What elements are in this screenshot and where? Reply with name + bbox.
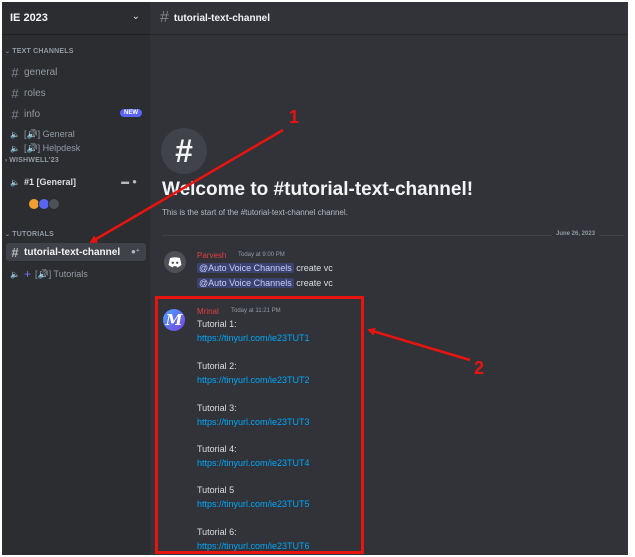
hash-icon: # — [11, 244, 19, 260]
hash-icon: # — [160, 9, 169, 26]
category-wishwell[interactable]: › WISHWELL'23 — [5, 157, 59, 164]
speaker-icon: 🔈 — [10, 177, 20, 187]
message-text: create vc — [296, 278, 333, 288]
speaker-icon: 🔈 — [10, 269, 20, 279]
message-author[interactable]: Parvesh — [197, 251, 226, 260]
discord-logo-icon — [168, 256, 182, 267]
message-line: @Auto Voice Channels create vc — [197, 263, 333, 273]
annotation-number: 1 — [289, 107, 300, 127]
server-name: IE 2023 — [10, 12, 48, 24]
channel-label: [🔊] Helpdesk — [23, 142, 81, 153]
hash-icon: # — [11, 106, 19, 122]
channel-label: tutorial-text-channel — [24, 246, 121, 258]
message-line: @Auto Voice Channels create vc — [197, 278, 333, 288]
message-text: create vc — [296, 263, 333, 273]
chevron-right-icon: › — [5, 158, 8, 164]
hash-icon: # — [11, 85, 19, 101]
welcome-title: Welcome to #tutorial-text-channel! — [162, 179, 474, 200]
category-text-channels[interactable]: ⌄ TEXT CHANNELS — [5, 48, 74, 55]
category-label: TEXT CHANNELS — [12, 48, 74, 55]
server-header[interactable]: IE 2023 ⌄ — [2, 2, 150, 35]
message-timestamp: Today at 9:00 PM — [238, 252, 285, 258]
category-label: TUTORIALS — [12, 231, 54, 238]
hash-icon: # — [11, 64, 19, 80]
channel-header: # tutorial-text-channel — [150, 2, 628, 35]
voice-participants — [28, 198, 60, 210]
speaker-icon: 🔈 — [10, 129, 20, 139]
user-mention[interactable]: @Auto Voice Channels — [197, 278, 294, 288]
channel-label: roles — [24, 87, 46, 99]
chevron-down-icon: ⌄ — [5, 232, 11, 238]
channel-info[interactable]: # info NEW — [6, 105, 146, 123]
channel-label: #1 [General] — [23, 177, 76, 187]
add-member-icon[interactable]: ●⁺ — [131, 247, 140, 256]
user-mention[interactable]: @Auto Voice Channels — [197, 263, 294, 273]
plus-icon: + — [23, 267, 31, 281]
chevron-down-icon: ⌄ — [5, 49, 11, 55]
voice-channel-tutorials[interactable]: 🔈 + [🔊] Tutorials — [6, 265, 146, 283]
category-tutorials[interactable]: ⌄ TUTORIALS — [5, 231, 54, 238]
channel-label: general — [24, 66, 58, 78]
voice-channel-general[interactable]: 🔈 [🔊] General — [6, 127, 146, 141]
channel-tutorial-text[interactable]: # tutorial-text-channel ●⁺ — [6, 243, 146, 261]
channel-label: [🔊] General — [23, 128, 75, 139]
speaker-icon: 🔈 — [10, 143, 20, 153]
discord-logo-icon[interactable] — [48, 198, 60, 210]
date-label: June 26, 2023 — [552, 231, 600, 237]
avatar[interactable] — [164, 251, 186, 273]
channel-roles[interactable]: # roles — [6, 84, 146, 102]
annotation-number: 2 — [474, 358, 485, 378]
channel-label: info — [24, 108, 41, 120]
channel-sidebar: IE 2023 ⌄ ⌄ TEXT CHANNELS # general # rol… — [2, 2, 150, 555]
channel-title: tutorial-text-channel — [173, 12, 271, 24]
welcome-subtitle: This is the start of the #tutorial-text-… — [162, 208, 348, 217]
channel-wish-general[interactable]: 🔈 #1 [General] ▬● — [6, 173, 146, 191]
hash-icon: # — [161, 128, 207, 174]
channel-label: [🔊] Tutorials — [34, 268, 88, 279]
category-label: WISHWELL'23 — [9, 157, 59, 164]
channel-general[interactable]: # general — [6, 63, 146, 81]
highlight-box — [155, 296, 364, 554]
voice-channel-helpdesk[interactable]: 🔈 [🔊] Helpdesk — [6, 141, 146, 155]
chat-and-add-member-icons[interactable]: ▬● — [121, 177, 140, 186]
chevron-down-icon[interactable]: ⌄ — [132, 11, 140, 22]
new-badge: NEW — [120, 109, 142, 117]
